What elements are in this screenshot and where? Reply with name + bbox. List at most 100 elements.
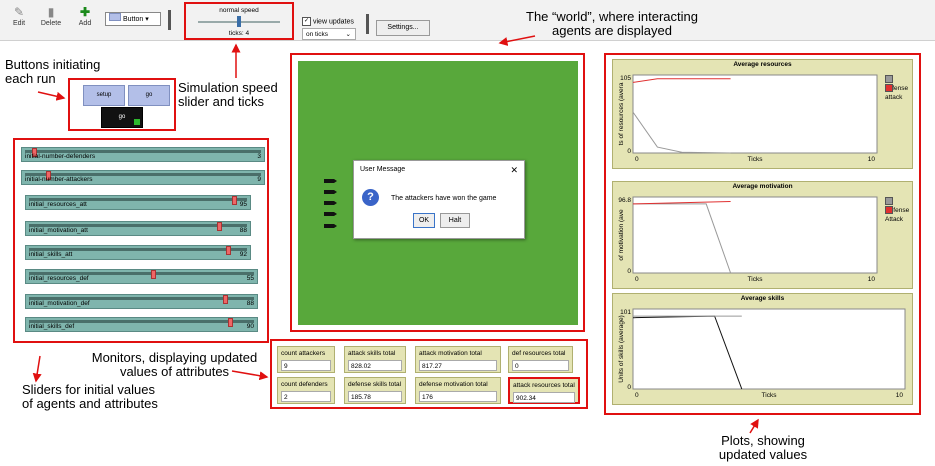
slider-label: initial-number-defenders (25, 153, 96, 160)
x-min-label: 0 (635, 276, 639, 283)
slider-thumb[interactable] (223, 295, 229, 304)
y-axis-label: Units of skills (average) (618, 315, 625, 383)
monitor-attack-resources-total: attack resources total 902.34 (508, 377, 580, 404)
legend-label: attack (885, 94, 903, 101)
plot-background (632, 196, 878, 274)
plot-title: Average skills (740, 295, 785, 302)
monitors-panel: count attackers 9 attack skills total 828.0… (270, 339, 588, 409)
slider-label: initial_motivation_att (29, 227, 88, 234)
slider-thumb[interactable] (217, 222, 223, 231)
monitor-label: attack resources total (513, 382, 575, 389)
slider-label: initial_skills_def (29, 323, 75, 330)
slider-value: 95 (239, 201, 247, 208)
x-max-label: 10 (868, 276, 876, 283)
question-icon: ? (362, 189, 379, 206)
x-axis-label: Ticks (748, 276, 764, 283)
monitor-value: 9 (281, 360, 331, 371)
legend-swatch (885, 84, 893, 92)
plot-background (632, 74, 878, 154)
legend-swatch (885, 197, 893, 205)
slider-initial-skills-att[interactable]: initial_skills_att 92 (25, 245, 251, 260)
y-axis-label: ts of resources (avera (618, 82, 625, 145)
attacker-agents (324, 179, 337, 228)
x-max-label: 10 (896, 392, 904, 399)
legend-item-attack: Attack (885, 206, 912, 223)
user-message-dialog: User Message ✕ ? The attackers have won … (353, 160, 525, 239)
sliders-panel: initial-number-defenders 3 initial-number-… (13, 138, 269, 343)
monitor-label: defense motivation total (419, 381, 488, 388)
slider-initial-number-attackers[interactable]: initial-number-attackers 9 (21, 170, 265, 185)
slider-value: 88 (246, 300, 254, 307)
slider-label: initial_motivation_def (29, 300, 90, 307)
x-axis-label: Ticks (762, 392, 778, 399)
plots-panel: Average resources 105 0 0 10 Ticks ts of resou… (604, 53, 921, 415)
monitor-def-resources-total: def resources total 0 (508, 346, 573, 373)
plot-average-skills: Average skills 101 0 0 10 Ticks Units of skill… (612, 293, 913, 405)
legend-label: Attack (885, 216, 904, 223)
monitor-value: 828.02 (348, 360, 402, 371)
monitor-label: count defenders (281, 381, 328, 388)
close-icon[interactable]: ✕ (510, 165, 518, 176)
monitor-value: 902.34 (513, 392, 575, 403)
slider-value: 88 (239, 227, 247, 234)
plot-area: 101 00 10 Ticks Units of skills (average) (618, 308, 906, 399)
monitor-attack-motivation-total: attack motivation total 817.27 (415, 346, 501, 373)
monitor-count-attackers: count attackers 9 (277, 346, 335, 373)
go-once-button[interactable]: go (128, 85, 170, 106)
monitor-label: defense skills total (348, 381, 402, 388)
x-axis-label: Ticks (748, 156, 764, 163)
monitor-value: 185.78 (348, 391, 402, 402)
monitor-label: attack skills total (348, 350, 396, 357)
monitor-value: 176 (419, 391, 497, 402)
slider-initial-skills-def[interactable]: initial_skills_def 90 (25, 317, 258, 332)
dialog-title: User Message (360, 166, 406, 173)
plot-title: Average resources (733, 61, 792, 68)
slider-label: initial_resources_att (29, 201, 87, 208)
monitor-value: 2 (281, 391, 331, 402)
monitor-count-defenders: count defenders 2 (277, 377, 335, 404)
dialog-message: The attackers have won the game (391, 195, 497, 202)
slider-initial-motivation-att[interactable]: initial_motivation_att 88 (25, 221, 251, 236)
slider-initial-resources-att[interactable]: initial_resources_att 95 (25, 195, 251, 210)
slider-value: 3 (257, 153, 261, 160)
plot-background (632, 308, 906, 390)
y-max-label: 96.8 (618, 197, 631, 204)
slider-label: initial-number-attackers (25, 176, 93, 183)
x-max-label: 10 (868, 156, 876, 163)
plot-title: Average motivation (732, 183, 793, 190)
slider-initial-motivation-def[interactable]: initial_motivation_def 88 (25, 294, 258, 309)
slider-label: initial_resources_def (29, 275, 89, 282)
halt-button[interactable]: Halt (440, 213, 470, 228)
slider-thumb[interactable] (227, 318, 233, 327)
legend-item-attack: attack (885, 84, 912, 101)
y-min-label: 0 (627, 148, 631, 155)
slider-initial-number-defenders[interactable]: initial-number-defenders 3 (21, 147, 265, 162)
x-min-label: 0 (635, 392, 639, 399)
slider-value: 9 (257, 176, 261, 183)
plot-average-motivation: Average motivation 96.8 0 0 10 Ticks of motiva… (612, 181, 913, 289)
slider-initial-resources-def[interactable]: initial_resources_def 55 (25, 269, 258, 284)
slider-thumb[interactable] (232, 196, 238, 205)
go-forever-button[interactable]: go (101, 107, 143, 128)
plot-area: 96.8 00 10 Ticks of motivation (ave (618, 196, 878, 283)
slider-value: 90 (246, 323, 254, 330)
slider-thumb[interactable] (225, 246, 231, 255)
plot-average-resources: Average resources 105 0 0 10 Ticks ts of resou… (612, 59, 913, 169)
monitor-label: count attackers (281, 350, 326, 357)
monitor-attack-skills-total: attack skills total 828.02 (344, 346, 406, 373)
x-min-label: 0 (635, 156, 639, 163)
y-min-label: 0 (627, 384, 631, 391)
slider-label: initial_skills_att (29, 251, 73, 258)
slider-value: 55 (246, 275, 254, 282)
y-axis-label: of motivation (ave (618, 209, 625, 261)
setup-button[interactable]: setup (83, 85, 125, 106)
monitor-defense-motivation-total: defense motivation total 176 (415, 377, 501, 404)
monitor-label: attack motivation total (419, 350, 482, 357)
run-buttons-panel: setup go go (68, 78, 176, 131)
ok-button[interactable]: OK (413, 213, 435, 228)
y-max-label: 105 (620, 75, 631, 82)
slider-thumb[interactable] (150, 270, 156, 279)
legend-swatch (885, 75, 893, 83)
forever-loop-icon (134, 119, 140, 125)
monitor-label: def resources total (512, 350, 566, 357)
